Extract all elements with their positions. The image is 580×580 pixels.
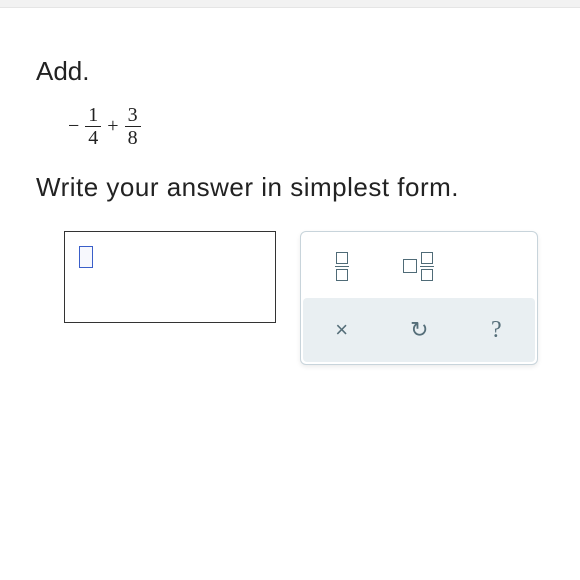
close-icon: ×: [335, 317, 348, 343]
work-area: × ↺ ?: [36, 231, 544, 365]
mixed-number-icon: [403, 252, 434, 281]
fraction-term-1: 1 4: [85, 105, 101, 148]
help-icon: ?: [491, 317, 502, 344]
control-tools-row: × ↺ ?: [303, 298, 535, 362]
undo-button[interactable]: ↺: [389, 302, 449, 358]
insert-tools-row: [303, 234, 535, 298]
undo-icon: ↺: [410, 317, 428, 343]
math-toolbox: × ↺ ?: [300, 231, 538, 365]
fraction-1-numerator: 1: [85, 105, 101, 126]
window-top-strip: [0, 0, 580, 8]
fraction-1-denominator: 4: [85, 126, 101, 148]
fraction-2-denominator: 8: [125, 126, 141, 148]
instruction-text: Write your answer in simplest form.: [36, 172, 544, 203]
help-button[interactable]: ?: [466, 302, 526, 358]
input-cursor-placeholder: [79, 246, 93, 268]
insert-fraction-button[interactable]: [312, 238, 372, 294]
math-expression: − 1 4 + 3 8: [36, 105, 544, 148]
fraction-icon: [335, 252, 349, 281]
leading-negative-sign: −: [68, 115, 79, 138]
prompt-heading: Add.: [36, 56, 544, 87]
operator-plus: +: [107, 115, 118, 138]
insert-mixed-number-button[interactable]: [389, 238, 449, 294]
clear-button[interactable]: ×: [312, 302, 372, 358]
answer-input[interactable]: [64, 231, 276, 323]
question-panel: Add. − 1 4 + 3 8 Write your answer in si…: [0, 8, 580, 365]
fraction-2-numerator: 3: [125, 105, 141, 126]
fraction-term-2: 3 8: [125, 105, 141, 148]
